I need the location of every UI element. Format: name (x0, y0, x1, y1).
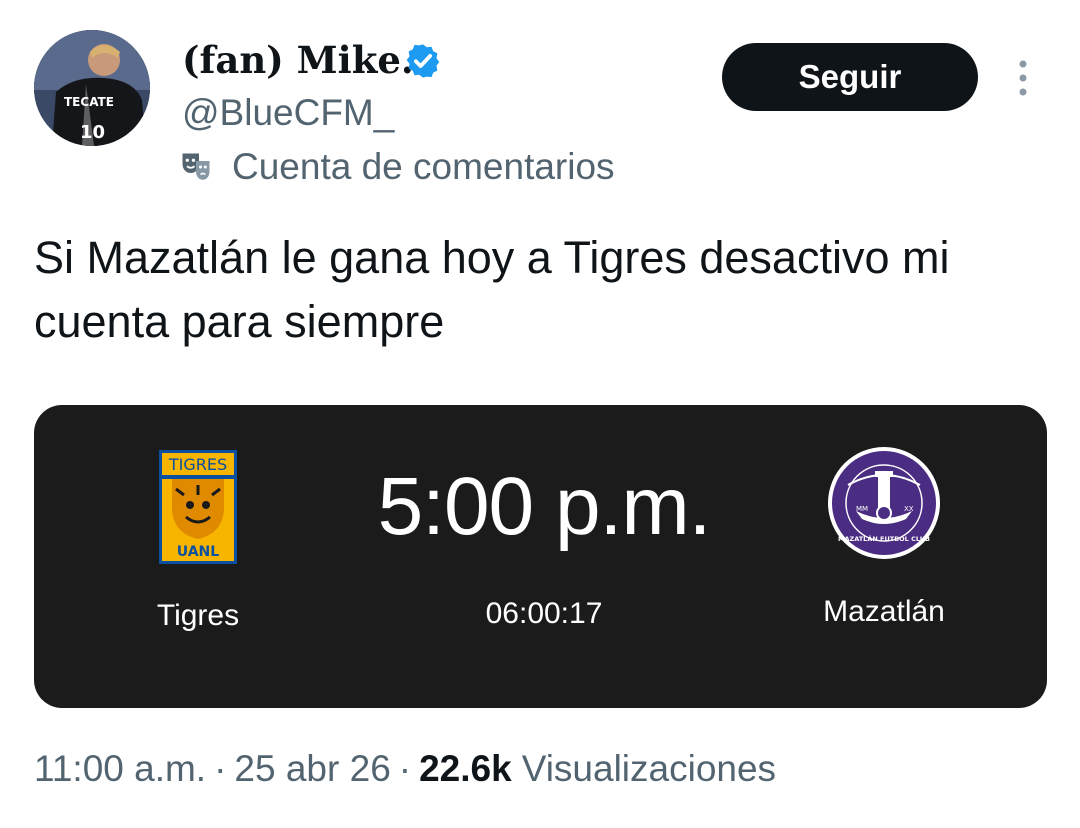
tweet-meta: 11:00 a.m. · 25 abr 26 · 22.6k Visualiza… (34, 748, 776, 790)
match-card[interactable]: TIGRES UANL Tigres 5:00 p.m. 06:00:17 MM… (34, 405, 1047, 708)
account-label-text: Cuenta de comentarios (232, 146, 615, 187)
svg-text:TECATE: TECATE (64, 95, 114, 109)
views-count[interactable]: 22.6k (419, 748, 512, 790)
account-label: Cuenta de comentarios (178, 144, 615, 190)
tigres-logo: TIGRES UANL (159, 450, 237, 564)
match-countdown: 06:00:17 (485, 597, 603, 630)
home-team-name: Tigres (156, 599, 240, 632)
more-vertical-icon[interactable] (1006, 56, 1040, 100)
meta-separator: · (214, 748, 227, 789)
tweet-time[interactable]: 11:00 a.m. (34, 748, 206, 790)
author-handle[interactable]: @BlueCFM_ (182, 92, 394, 134)
player-photo-avatar: TECATE 10 (34, 30, 150, 146)
svg-text:XX: XX (904, 505, 914, 513)
theater-masks-icon (182, 153, 210, 180)
tigres-logo-text-bottom: UANL (177, 544, 219, 560)
away-team-name: Mazatlán (823, 595, 945, 628)
tweet: TECATE 10 (fan) Mike. @BlueCFM_ Cuenta d… (0, 0, 1080, 828)
tweet-date[interactable]: 25 abr 26 (234, 748, 390, 790)
tweet-text: Si Mazatlán le gana hoy a Tigres desacti… (34, 232, 950, 347)
meta-separator: · (398, 748, 412, 789)
mazatlan-logo: MM XX MAZATLÁN FUTBOL CLUB (828, 447, 940, 559)
match-time: 5:00 p.m. (377, 461, 712, 552)
tigres-logo-text-top: TIGRES (168, 455, 227, 474)
author-avatar[interactable]: TECATE 10 (34, 30, 150, 146)
svg-text:10: 10 (80, 122, 105, 143)
verified-badge-icon (406, 44, 440, 78)
views-label[interactable]: Visualizaciones (522, 748, 776, 790)
svg-text:MM: MM (856, 505, 868, 513)
mazatlan-logo-text: MAZATLÁN FUTBOL CLUB (838, 534, 930, 543)
follow-button[interactable]: Seguir (722, 43, 978, 111)
author-display-name[interactable]: (fan) Mike. (182, 38, 414, 82)
